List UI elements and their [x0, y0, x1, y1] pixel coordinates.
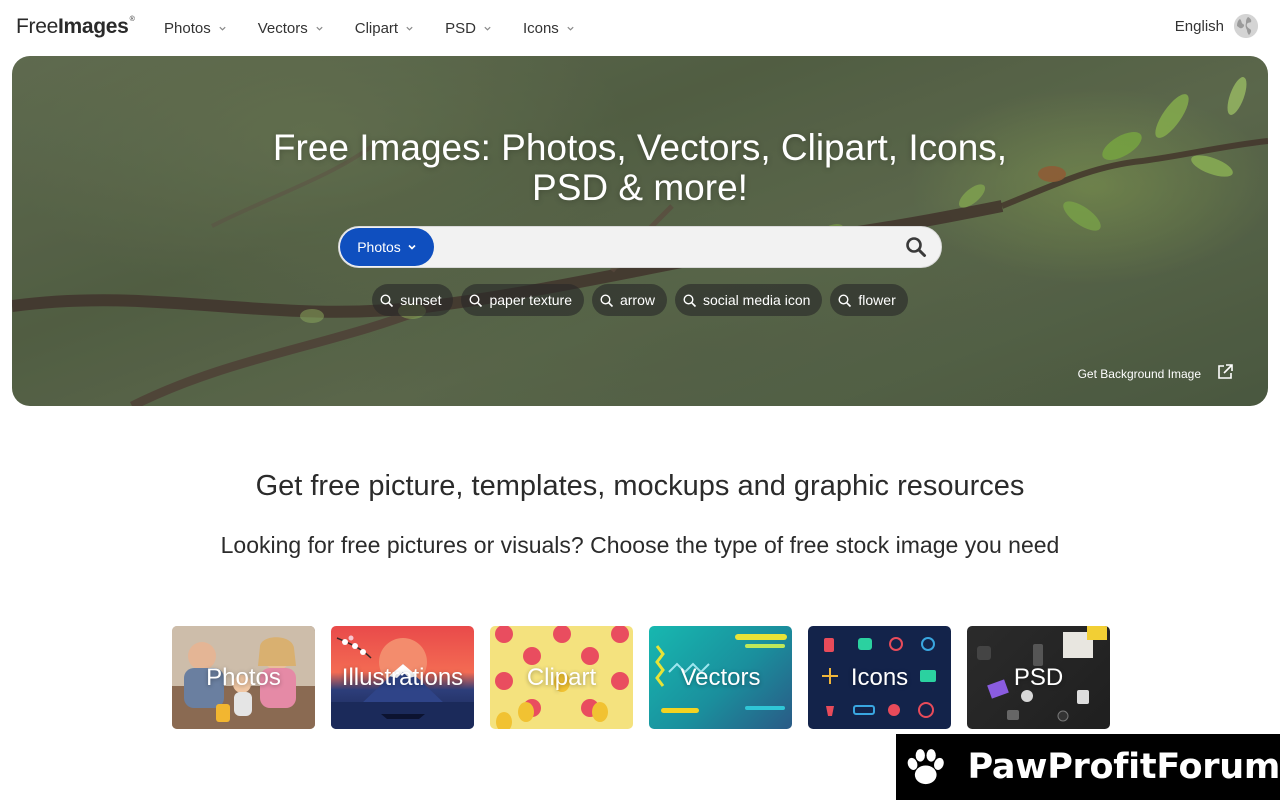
nav-item-photos[interactable]: Photos [164, 20, 227, 37]
chevron-down-icon [408, 244, 416, 250]
tag-label: flower [858, 292, 896, 308]
tag-flower[interactable]: flower [830, 284, 908, 316]
search-type-label: Photos [357, 239, 401, 255]
category-label: Photos [206, 663, 281, 691]
external-link-icon [1218, 364, 1233, 379]
main-nav: Photos Vectors Clipart PSD Icons [164, 0, 575, 56]
category-grid: Photos Illustrations Clipart Vectors Ico… [172, 626, 1110, 729]
get-background-image-link[interactable]: Get Background Image [1077, 364, 1234, 381]
category-photos[interactable]: Photos [172, 626, 315, 729]
tag-arrow[interactable]: arrow [591, 284, 667, 316]
category-clipart[interactable]: Clipart [490, 626, 633, 729]
top-header: Free Images ® Photos Vectors Clipart PSD I… [0, 0, 1280, 56]
nav-label: Vectors [257, 19, 308, 37]
logo-free-text: Free [16, 15, 58, 38]
hero-title-line2: PSD & more! [532, 167, 748, 208]
search-icon [838, 294, 852, 308]
category-label: Vectors [680, 663, 761, 691]
hero-title-line1: Free Images: Photos, Vectors, Clipart, I… [272, 127, 1008, 168]
site-logo[interactable]: Free Images ® [16, 15, 135, 39]
section-subline: Looking for free pictures or visuals? Ch… [220, 532, 1060, 558]
hero-title: Free Images: Photos, Vectors, Clipart, I… [12, 128, 1268, 208]
chevron-down-icon [484, 26, 491, 31]
hero-banner: Free Images: Photos, Vectors, Clipart, I… [12, 56, 1268, 406]
search-icon[interactable] [905, 236, 927, 258]
globe-icon [1234, 14, 1258, 38]
nav-item-icons[interactable]: Icons [523, 20, 575, 37]
background-link-label: Get Background Image [1077, 367, 1201, 381]
nav-label: Icons [522, 19, 559, 37]
category-label: Clipart [526, 663, 597, 691]
search-input[interactable] [439, 231, 889, 263]
category-icons[interactable]: Icons [808, 626, 951, 729]
section-headline: Get free picture, templates, mockups and… [255, 470, 1025, 502]
tag-label: sunset [400, 292, 442, 308]
nav-label: PSD [445, 19, 476, 37]
paw-icon [907, 749, 944, 785]
chevron-down-icon [219, 26, 226, 31]
watermark-badge: PawProfitForum [896, 734, 1280, 800]
popular-tags: sunset paper texture arrow social media … [12, 284, 1268, 316]
chevron-down-icon [567, 26, 574, 31]
language-label: English [1174, 17, 1224, 35]
nav-label: Photos [164, 19, 211, 37]
nav-item-vectors[interactable]: Vectors [258, 20, 324, 37]
tag-social-media-icon[interactable]: social media icon [675, 284, 823, 316]
category-label: PSD [1013, 663, 1064, 691]
search-icon [469, 294, 483, 308]
search-bar: Photos [338, 226, 942, 268]
chevron-down-icon [316, 26, 323, 31]
category-label: Illustrations [341, 663, 464, 691]
watermark-text: PawProfitForum [967, 747, 1280, 787]
nav-item-clipart[interactable]: Clipart [355, 20, 414, 37]
tag-label: paper texture [489, 292, 572, 308]
tag-sunset[interactable]: sunset [372, 284, 454, 316]
search-icon [600, 294, 614, 308]
category-vectors[interactable]: Vectors [649, 626, 792, 729]
search-icon [683, 294, 697, 308]
tag-label: social media icon [703, 292, 811, 308]
logo-images-text: Images [57, 15, 129, 38]
category-illustrations[interactable]: Illustrations [331, 626, 474, 729]
language-selector[interactable]: English [1175, 14, 1258, 38]
chevron-down-icon [406, 26, 413, 31]
search-type-dropdown[interactable]: Photos [340, 228, 434, 266]
tag-paper-texture[interactable]: paper texture [461, 284, 584, 316]
tag-label: arrow [619, 292, 655, 308]
search-icon [380, 294, 394, 308]
logo-registered-mark: ® [129, 16, 135, 23]
category-psd[interactable]: PSD [967, 626, 1110, 729]
category-label: Icons [850, 663, 909, 691]
nav-label: Clipart [354, 19, 399, 37]
nav-item-psd[interactable]: PSD [445, 20, 492, 37]
